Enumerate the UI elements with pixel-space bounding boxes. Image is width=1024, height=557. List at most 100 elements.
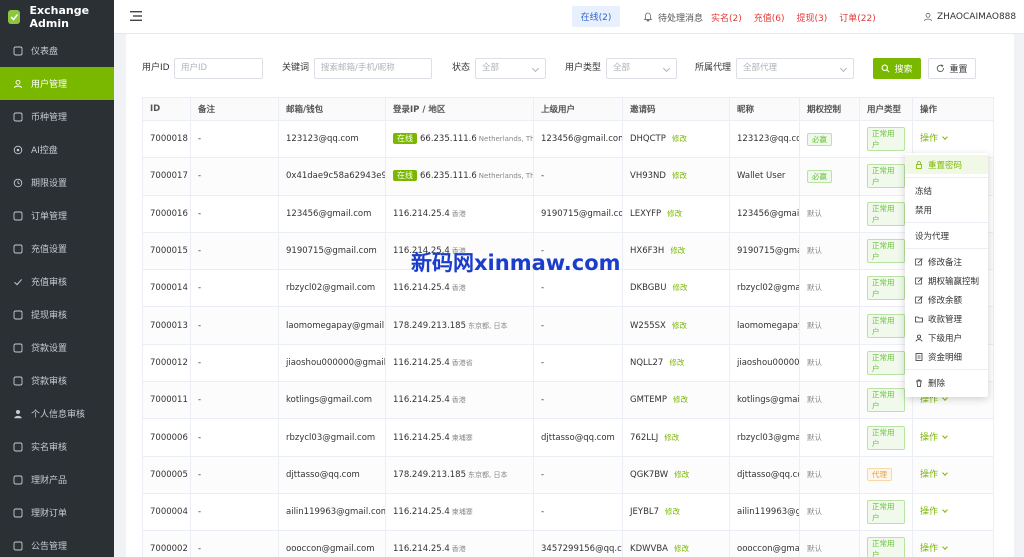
sidebar-item-12[interactable]: 实名审核 [0,430,114,463]
sidebar-item-9[interactable]: 贷款设置 [0,331,114,364]
menu-item-delete[interactable]: 删除 [905,373,988,392]
sidebar-item-label: 订单管理 [31,212,68,222]
edit-invite-link[interactable]: 修改 [672,171,687,180]
cell-parent: - [533,455,623,494]
cell-nickname: ailin119963@gmail.com [729,492,800,532]
edit-invite-link[interactable]: 修改 [667,209,682,218]
sidebar-item-5[interactable]: 订单管理 [0,199,114,232]
agent-select[interactable]: 全部代理 [736,58,854,79]
edit-invite-link[interactable]: 修改 [670,246,685,255]
cell-option-control: 默认 [799,269,860,308]
cell-nickname: djttasso@qq.com [729,455,800,494]
keyword-input[interactable]: 搜索邮箱/手机/昵称 [314,58,432,79]
online-users-badge[interactable]: 在线(2) [572,6,620,27]
user-menu[interactable]: ZHAOCAIMAO888 [923,0,1016,34]
edit-icon [915,257,928,266]
edit-invite-link[interactable]: 修改 [674,544,689,553]
invite-code: DKBGBU [630,283,667,294]
menu-item-freeze[interactable]: 冻结 [905,181,988,200]
reset-button[interactable]: 重置 [928,58,976,79]
sidebar-item-7[interactable]: 充值审核 [0,265,114,298]
sidebar-item-11[interactable]: 个人信息审核 [0,397,114,430]
ip-location: 东京都, 日本 [468,321,508,330]
edit-invite-link[interactable]: 修改 [674,470,689,479]
sidebar-item-14[interactable]: 理财订单 [0,496,114,529]
edit-invite-link[interactable]: 修改 [672,283,687,292]
search-button[interactable]: 搜索 [873,58,921,79]
menu-item-set-agent[interactable]: 设为代理 [905,226,988,245]
keyword-label: 关键词 [282,63,310,73]
cell-invite-code: GMTEMP 修改 [622,381,730,420]
sidebar-item-4[interactable]: 期限设置 [0,166,114,199]
edit-invite-link[interactable]: 修改 [664,433,679,442]
menu-item-option-control[interactable]: 期权输赢控制 [905,271,988,290]
menu-toggle-icon[interactable] [130,11,142,21]
invite-code: LEXYFP [630,208,662,219]
user-type-select[interactable]: 全部 [606,58,677,79]
actions-dropdown-button[interactable]: 操作 [920,134,947,144]
sidebar-item-8[interactable]: 提现审核 [0,298,114,331]
cell-id: 7000014 [142,269,191,308]
column-header: 邀请码 [622,97,730,121]
ai-icon [13,145,23,155]
menu-item-reset-password[interactable]: 重置密码 [905,155,988,174]
sidebar-item-3[interactable]: AI控盘 [0,133,114,166]
column-header: 邮箱/钱包 [278,97,386,121]
actions-dropdown-button[interactable]: 操作 [920,470,947,480]
logo-icon [8,10,20,24]
pending-orders[interactable]: 订单(22) [839,11,875,24]
status-select[interactable]: 全部 [475,58,546,79]
option-control-tag: 默认 [807,507,822,517]
cell-parent: - [533,157,623,196]
user-type-tag: 正常用户 [867,127,905,152]
sidebar-item-10[interactable]: 贷款审核 [0,364,114,397]
brand[interactable]: Exchange Admin [0,0,114,34]
edit-invite-link[interactable]: 修改 [665,507,680,516]
edit-invite-link[interactable]: 修改 [669,358,684,367]
menu-item-disable[interactable]: 禁用 [905,200,988,219]
cell-invite-code: 762LLJ 修改 [622,418,730,457]
sidebar-item-1[interactable]: 用户管理 [0,67,114,100]
recharge-icon [13,244,23,254]
pending-realname[interactable]: 实名(2) [711,11,742,24]
sidebar-item-6[interactable]: 充值设置 [0,232,114,265]
pending-recharge[interactable]: 充值(6) [754,11,785,24]
sidebar-item-label: 提现审核 [31,311,68,321]
pending-withdraw[interactable]: 提现(3) [797,11,828,24]
cell-note: - [190,418,279,457]
sidebar-item-label: 用户管理 [31,80,68,90]
sidebar-item-13[interactable]: 理财产品 [0,463,114,496]
sidebar-item-2[interactable]: 币种管理 [0,100,114,133]
cell-note: - [190,530,279,557]
cell-option-control: 默认 [799,418,860,457]
user-id-input[interactable]: 用户ID [174,58,263,79]
sidebar-item-label: 理财产品 [31,476,68,486]
menu-item-fund-details[interactable]: 资金明细 [905,347,988,366]
sidebar-item-15[interactable]: 公告管理 [0,529,114,557]
cell-option-control: 默认 [799,306,860,345]
edit-invite-link[interactable]: 修改 [672,321,687,330]
menu-item-payment-management[interactable]: 收款管理 [905,309,988,328]
edit-invite-link[interactable]: 修改 [673,395,688,404]
sidebar-item-0[interactable]: 仪表盘 [0,34,114,67]
menu-item-sub-users[interactable]: 下级用户 [905,328,988,347]
sidebar-item-label: 贷款设置 [31,344,68,354]
actions-dropdown-button[interactable]: 操作 [920,544,947,554]
cell-nickname: jiaoshou000000@gmail.com [729,343,800,383]
menu-item-edit-note[interactable]: 修改备注 [905,252,988,271]
edit-invite-link[interactable]: 修改 [672,134,687,143]
actions-dropdown-button[interactable]: 操作 [920,507,947,517]
sidebar-item-label: 期限设置 [31,179,68,189]
column-header: 登录IP / 地区 [385,97,534,121]
sidebar-item-label: 公告管理 [31,542,68,552]
column-header: 上级用户 [533,97,623,121]
column-header: ID [142,97,191,121]
cell-ip: 116.214.25.4 香港 [385,530,534,557]
menu-item-edit-balance[interactable]: 修改余额 [905,290,988,309]
ip-address: 116.214.25.4 [393,432,450,443]
actions-dropdown-button[interactable]: 操作 [920,433,947,443]
ip-location: 香港省 [451,358,473,367]
menu-item-label: 期权输赢控制 [928,276,980,287]
order-icon [13,211,23,221]
ip-address: 178.249.213.185 [393,320,467,331]
